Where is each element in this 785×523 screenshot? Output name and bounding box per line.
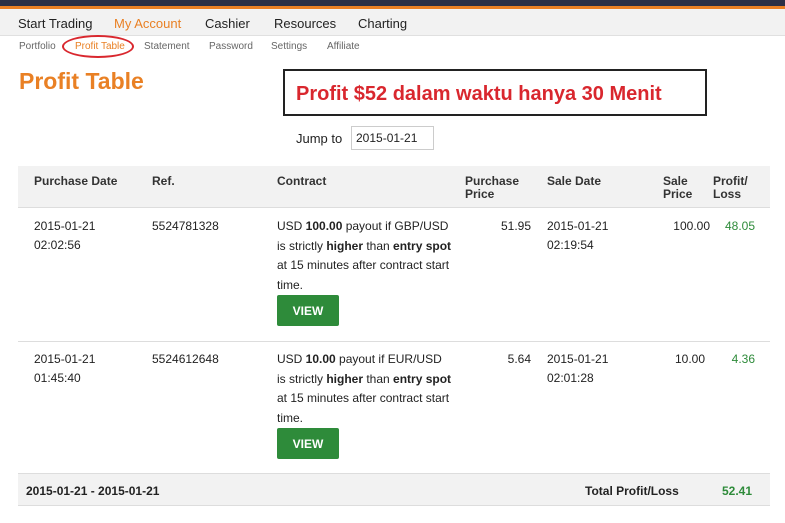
view-contract-button[interactable]: VIEW bbox=[277, 295, 339, 326]
nav-resources[interactable]: Resources bbox=[274, 16, 336, 31]
top-accent-bar bbox=[0, 0, 785, 9]
profit-loss-cell: 4.36 bbox=[731, 352, 755, 366]
contract-description: USD 100.00 payout if GBP/USD is strictly… bbox=[277, 217, 452, 295]
sale-date: 2015-01-21 bbox=[547, 219, 609, 233]
col-sale-date: Sale Date bbox=[547, 174, 602, 188]
col-sale-price-line2: Price bbox=[663, 187, 693, 201]
contract-direction: higher bbox=[326, 371, 364, 386]
purchase-time: 01:45:40 bbox=[34, 371, 81, 385]
sale-date-cell: 2015-01-21 02:19:54 bbox=[547, 217, 608, 255]
profit-loss-cell: 48.05 bbox=[724, 219, 755, 233]
contract-description: USD 10.00 payout if EUR/USD is strictly … bbox=[277, 350, 452, 428]
col-sale-price: Sale Price bbox=[663, 175, 692, 201]
table-row: 2015-01-21 01:45:40 5524612648 USD 10.00… bbox=[18, 342, 770, 474]
contract-text: than bbox=[363, 371, 394, 386]
total-profit-loss-value: 52.41 bbox=[722, 484, 753, 498]
footer-date-range: 2015-01-21 - 2015-01-21 bbox=[26, 484, 160, 498]
entry-spot-term: entry spot bbox=[393, 371, 452, 386]
contract-direction: higher bbox=[326, 238, 364, 253]
purchase-date: 2015-01-21 bbox=[34, 219, 96, 233]
nav-my-account[interactable]: My Account bbox=[114, 16, 181, 31]
purchase-date-cell: 2015-01-21 01:45:40 bbox=[34, 350, 95, 388]
contract-text: than bbox=[363, 238, 394, 253]
subnav-statement[interactable]: Statement bbox=[144, 41, 190, 52]
promo-banner-text: Profit $52 dalam waktu hanya 30 Menit bbox=[296, 83, 662, 105]
table-footer: 2015-01-21 - 2015-01-21 Total Profit/Los… bbox=[18, 474, 770, 506]
purchase-price-cell: 5.64 bbox=[507, 352, 531, 366]
col-purchase-price: Purchase Price bbox=[465, 175, 519, 201]
main-nav: Start Trading My Account Cashier Resourc… bbox=[0, 9, 785, 36]
sale-price-cell: 10.00 bbox=[674, 352, 705, 366]
payout-amount: 100.00 bbox=[305, 219, 343, 233]
sale-date-cell: 2015-01-21 02:01:28 bbox=[547, 350, 608, 388]
page-title: Profit Table bbox=[19, 68, 144, 94]
col-purchase-date: Purchase Date bbox=[34, 174, 118, 188]
col-profit-loss-line1: Profit/ bbox=[713, 174, 748, 188]
ref-cell: 5524612648 bbox=[152, 352, 219, 366]
col-profit-loss: Profit/ Loss bbox=[713, 175, 748, 201]
ref-cell: 5524781328 bbox=[152, 219, 219, 233]
jump-to-label: Jump to bbox=[296, 131, 343, 146]
purchase-price-cell: 51.95 bbox=[500, 219, 531, 233]
table-row: 2015-01-21 02:02:56 5524781328 USD 100.0… bbox=[18, 208, 770, 342]
col-ref: Ref. bbox=[152, 174, 175, 188]
jump-to-date-input[interactable] bbox=[351, 126, 434, 150]
table-header: Purchase Date Ref. Contract Purchase Pri… bbox=[18, 166, 770, 208]
col-purchase-price-line1: Purchase bbox=[465, 174, 520, 188]
sale-date: 2015-01-21 bbox=[547, 352, 609, 366]
subnav-password[interactable]: Password bbox=[209, 41, 253, 52]
sale-time: 02:01:28 bbox=[547, 371, 594, 385]
contract-text: USD bbox=[277, 219, 306, 233]
subnav-affiliate[interactable]: Affiliate bbox=[327, 41, 360, 52]
col-sale-price-line1: Sale bbox=[663, 174, 688, 188]
contract-text: at 15 minutes after contract start time. bbox=[277, 258, 450, 292]
col-profit-loss-line2: Loss bbox=[713, 187, 742, 201]
purchase-time: 02:02:56 bbox=[34, 238, 81, 252]
total-profit-loss-label: Total Profit/Loss bbox=[585, 484, 679, 498]
nav-cashier[interactable]: Cashier bbox=[205, 16, 250, 31]
subnav-settings[interactable]: Settings bbox=[271, 41, 307, 52]
col-purchase-price-line2: Price bbox=[465, 187, 495, 201]
col-contract: Contract bbox=[277, 174, 327, 188]
sale-time: 02:19:54 bbox=[547, 238, 594, 252]
nav-charting[interactable]: Charting bbox=[358, 16, 407, 31]
entry-spot-term: entry spot bbox=[393, 238, 452, 253]
subnav-portfolio[interactable]: Portfolio bbox=[19, 41, 56, 52]
payout-amount: 10.00 bbox=[305, 352, 336, 366]
highlight-circle-annotation bbox=[62, 35, 134, 58]
purchase-date: 2015-01-21 bbox=[34, 352, 96, 366]
contract-text: USD bbox=[277, 352, 306, 366]
view-contract-button[interactable]: VIEW bbox=[277, 428, 339, 459]
contract-text: at 15 minutes after contract start time. bbox=[277, 391, 450, 425]
promo-banner: Profit $52 dalam waktu hanya 30 Menit bbox=[283, 69, 707, 116]
nav-start-trading[interactable]: Start Trading bbox=[18, 16, 92, 31]
purchase-date-cell: 2015-01-21 02:02:56 bbox=[34, 217, 95, 255]
sale-price-cell: 100.00 bbox=[673, 219, 710, 233]
